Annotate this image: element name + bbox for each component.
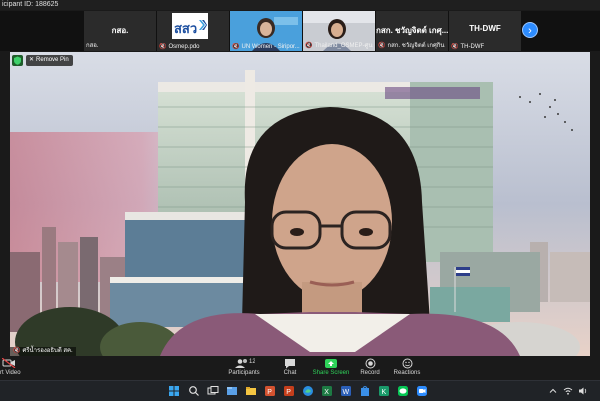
reactions-button[interactable]: Reactions [385,358,429,376]
excel-icon[interactable]: X [321,385,333,397]
record-icon [365,358,375,369]
participant-label: กสอ. [86,43,99,49]
mic-muted-icon: 🔇 [451,44,459,50]
mic-muted-icon: 🔇 [305,42,313,49]
svg-text:K: K [382,389,387,396]
video-camera-off-icon [2,358,16,368]
participant-tile-4[interactable]: 🔇 Thailand_OSMEP-ศูนย... [303,11,375,51]
participant-label: 🔇 Osmep.pdo [159,43,200,51]
shield-icon [12,55,23,66]
mic-muted-icon: 🔇 [159,44,167,50]
search-icon[interactable] [188,385,200,397]
participant-tile-5[interactable]: กสก. ชวัญจิตต์ เกศุ... 🔇 กสก. ชวัญจิตต์ … [376,11,448,51]
svg-text:W: W [343,389,350,396]
folder-icon[interactable] [245,385,257,397]
powerpoint-icon-2[interactable]: P [283,385,295,397]
line-icon[interactable] [397,385,409,397]
chat-button[interactable]: Chat [268,358,312,376]
edge-icon[interactable] [302,385,314,397]
participant-label: 🔇 UN Women - Siripor... [232,43,300,51]
window-title: icipant ID: 188625 [0,0,600,10]
windows-taskbar: P P X W K [0,380,600,401]
participant-name: TH-DWF [469,24,501,33]
participants-icon: 12 [235,359,255,368]
share-screen-button[interactable]: Share Screen [309,358,353,376]
participant-tile-6[interactable]: TH-DWF 🔇 TH-DWF [449,11,521,51]
speaker-video-frame [10,52,590,356]
task-view-icon[interactable] [207,385,219,397]
chevron-up-icon[interactable] [548,386,558,396]
powerpoint-icon[interactable]: P [264,385,276,397]
chat-icon [285,359,295,369]
zoom-icon[interactable] [416,385,428,397]
chevron-right-icon[interactable]: › [522,22,538,38]
svg-text:P: P [267,389,272,396]
reactions-icon [402,358,412,369]
participant-name: กสก. ชวัญจิตต์ เกศุ... [376,26,448,35]
start-video-button[interactable]: rt Video [0,370,21,376]
participant-label: 🔇 Thailand_OSMEP-ศูนย... [305,42,373,50]
windows-start-icon[interactable] [168,385,180,397]
k-app-icon[interactable]: K [378,385,390,397]
participant-name: กสอ. [111,26,129,35]
svg-text:P: P [286,389,291,396]
osmep-logo: สสว [172,13,208,39]
store-icon[interactable] [359,385,371,397]
mic-muted-icon: 🔇 [378,42,386,49]
pin-icon: ✕ [29,57,35,63]
file-explorer-icon[interactable] [226,385,238,397]
zoom-meeting-window: icipant ID: 188625 กสอ. กสอ. 🔇 Osmep.pdo… [0,0,600,401]
mic-muted-icon: 🔇 [232,44,240,50]
participants-button[interactable]: 12 Participants [222,358,266,376]
share-screen-icon [325,359,337,368]
svg-text:X: X [324,389,329,396]
svg-text:12: 12 [249,359,255,365]
logo-text: สสว [174,21,198,36]
word-icon[interactable]: W [340,385,352,397]
participant-tile-3[interactable]: 🔇 UN Women - Siripor... [230,11,302,51]
speaker-name-label: 🔇 ศรีน้ำรองอธิบดี สค. [10,347,76,356]
participant-gallery: กสอ. กสอ. 🔇 Osmep.pdo สสว 🔇 UN Women - S… [0,11,600,51]
volume-icon[interactable] [578,386,588,396]
meeting-toolbar: rt Video 12 Participants Chat Share Scre… [0,356,600,380]
main-speaker-video: ✕ Remove Pin 🔇 ศรีน้ำรองอธิบดี สค. [10,52,590,356]
participant-tile-1[interactable]: กสอ. กสอ. [84,11,156,51]
participant-label: 🔇 TH-DWF [451,43,485,51]
logo-arrow-icon [199,20,207,30]
participant-label: 🔇 กสก. ชวัญจิตต์ เกศุกิน [378,42,445,50]
remove-pin-button[interactable]: ✕ Remove Pin [26,55,73,66]
mic-muted-icon: 🔇 [13,348,21,354]
wifi-icon[interactable] [563,386,573,396]
